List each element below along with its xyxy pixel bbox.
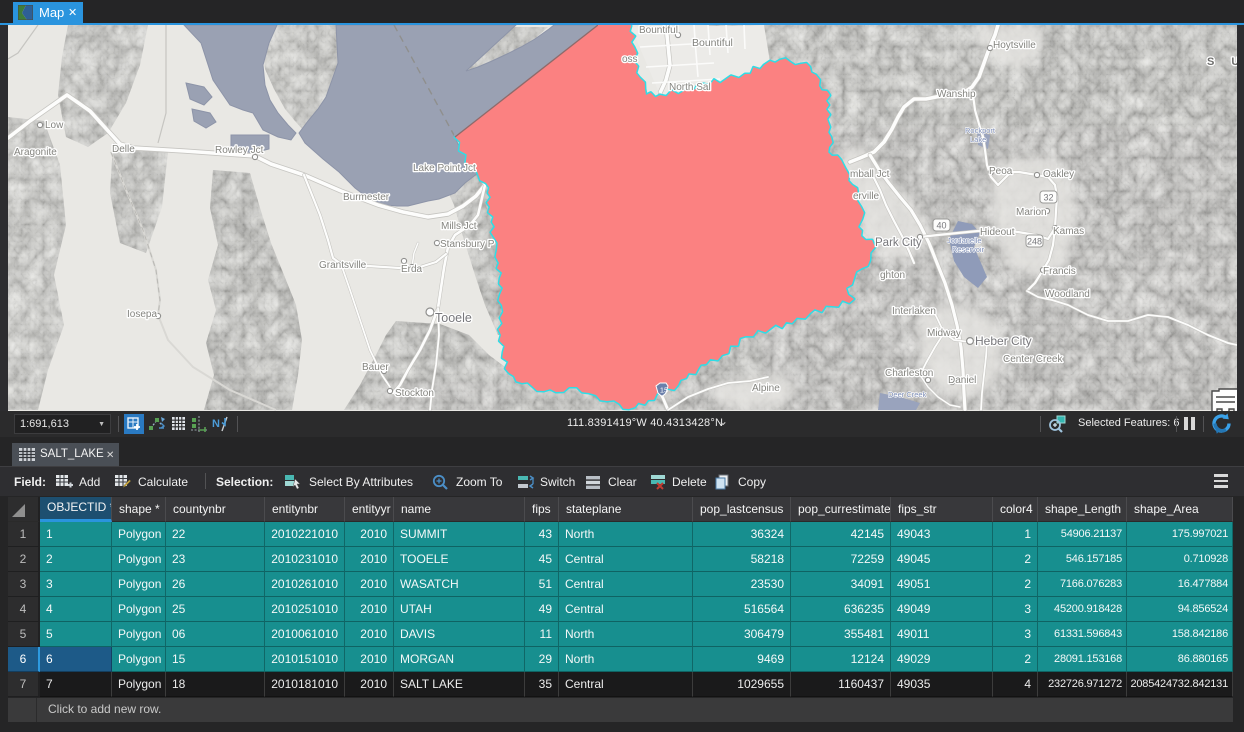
svg-text:Bauer: Bauer (362, 362, 389, 373)
svg-text:S U: S U (1207, 56, 1237, 68)
svg-text:Stockton: Stockton (395, 388, 434, 399)
svg-text:Wanship: Wanship (937, 89, 976, 100)
svg-text:Oakley: Oakley (1043, 169, 1074, 180)
svg-text:Bountiful: Bountiful (692, 37, 733, 49)
svg-text:Peoa: Peoa (989, 166, 1013, 177)
svg-text:Grantsville: Grantsville (319, 260, 367, 271)
svg-text:Hideout: Hideout (980, 227, 1015, 238)
svg-text:Tooele: Tooele (435, 311, 472, 325)
svg-text:mball Jct: mball Jct (850, 169, 890, 180)
svg-text:Burmester: Burmester (343, 192, 390, 203)
svg-text:Marion: Marion (1016, 207, 1047, 218)
svg-text:Hoytsville: Hoytsville (993, 40, 1036, 51)
svg-text:Woodland: Woodland (1045, 289, 1090, 300)
svg-text:Interlaken: Interlaken (892, 306, 936, 317)
svg-text:Delle: Delle (112, 144, 135, 155)
svg-text:Reservoir: Reservoir (952, 245, 985, 254)
svg-text:Rowley Jct: Rowley Jct (215, 145, 264, 156)
svg-text:Jordanelle: Jordanelle (947, 236, 982, 245)
svg-text:40: 40 (936, 221, 946, 231)
svg-text:32: 32 (1043, 193, 1053, 203)
svg-text:Midway: Midway (927, 328, 961, 339)
svg-text:Stansbury P: Stansbury P (440, 239, 495, 250)
svg-text:Heber City: Heber City (975, 334, 1032, 348)
svg-text:North Sal: North Sal (669, 82, 711, 93)
svg-text:15: 15 (660, 386, 668, 395)
svg-text:Center Creek: Center Creek (1003, 354, 1063, 365)
svg-text:N: N (212, 418, 220, 430)
svg-text:Alpine: Alpine (752, 383, 780, 394)
svg-text:Park City: Park City (875, 237, 922, 249)
svg-text:Iosepa: Iosepa (127, 309, 157, 320)
svg-text:Lake Point Jct: Lake Point Jct (413, 163, 476, 174)
svg-text:Kamas: Kamas (1053, 226, 1084, 237)
svg-text:erville: erville (853, 191, 880, 202)
svg-text:Mills Jct: Mills Jct (441, 221, 477, 232)
svg-text:oss: oss (622, 54, 638, 65)
svg-text:Rockport: Rockport (965, 126, 996, 135)
svg-text:Lake: Lake (970, 135, 986, 144)
svg-text:Francis: Francis (1043, 266, 1076, 277)
svg-text:Deer Creek: Deer Creek (888, 390, 927, 399)
svg-text:Daniel: Daniel (948, 375, 976, 386)
svg-text:Charleston: Charleston (885, 368, 933, 379)
svg-text:Low: Low (45, 120, 64, 131)
svg-text:ghton: ghton (880, 270, 905, 281)
svg-text:Aragonite: Aragonite (14, 147, 57, 158)
svg-text:Erda: Erda (401, 264, 423, 275)
svg-text:Bountiful: Bountiful (639, 25, 678, 36)
svg-text:248: 248 (1027, 237, 1042, 247)
